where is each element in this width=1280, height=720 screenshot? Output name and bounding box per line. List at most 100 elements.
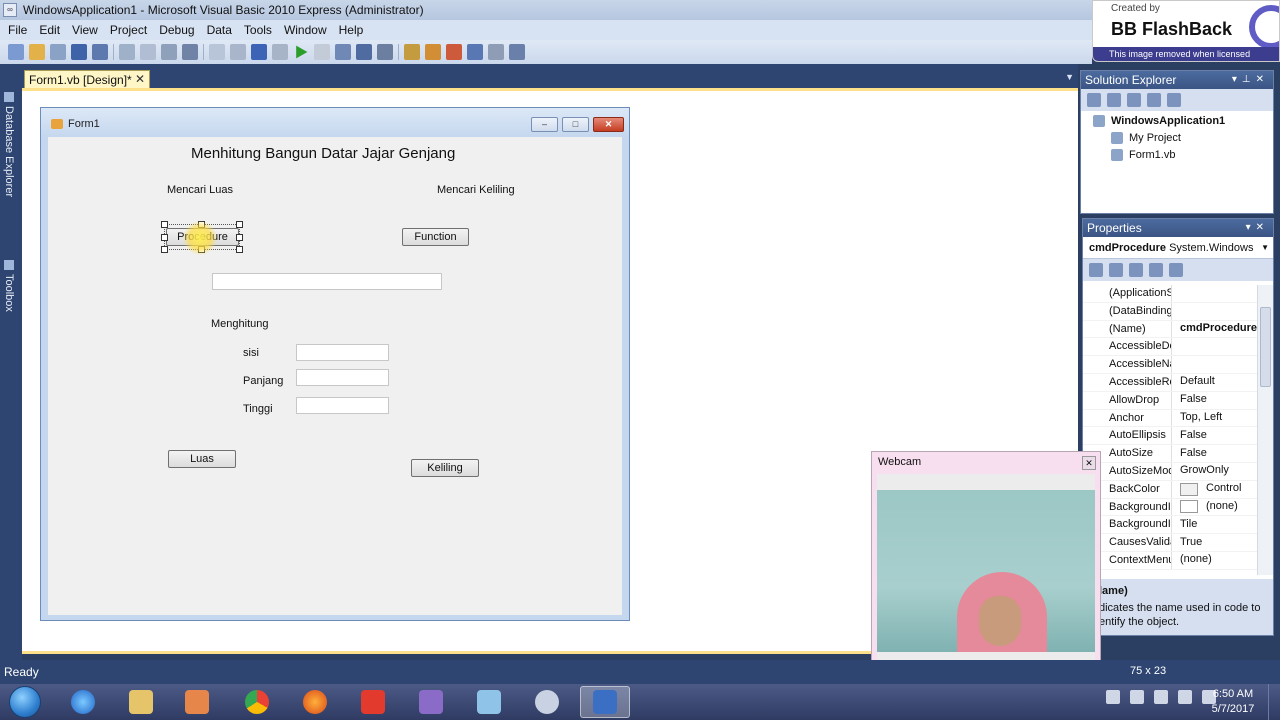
minimize-button[interactable]: – bbox=[531, 117, 558, 132]
tree-item-my-project[interactable]: My Project bbox=[1111, 132, 1181, 144]
taskbar-visual-studio[interactable] bbox=[406, 686, 456, 718]
find-icon[interactable] bbox=[182, 44, 198, 60]
refresh-icon[interactable] bbox=[1127, 93, 1141, 107]
undo-icon[interactable] bbox=[251, 44, 267, 60]
menu-view[interactable]: View bbox=[66, 23, 104, 37]
menu-project[interactable]: Project bbox=[104, 23, 153, 37]
property-value[interactable] bbox=[1171, 356, 1259, 373]
menu-window[interactable]: Window bbox=[278, 23, 333, 37]
object-selector[interactable]: cmdProcedure System.Windows ▼ bbox=[1083, 237, 1273, 259]
luas-button[interactable]: Luas bbox=[168, 450, 236, 468]
property-row[interactable]: (ApplicationS bbox=[1083, 285, 1259, 303]
property-row[interactable]: BackgroundI Tile bbox=[1083, 516, 1259, 535]
open-project-icon[interactable] bbox=[29, 44, 45, 60]
property-row[interactable]: CausesValida True bbox=[1083, 534, 1259, 552]
network-icon[interactable] bbox=[1178, 690, 1192, 704]
properties-view-icon[interactable] bbox=[1129, 263, 1143, 277]
property-value[interactable]: Control bbox=[1171, 480, 1259, 498]
form1-window[interactable]: Form1 – □ ✕ Menhitung Bangun Datar Jajar… bbox=[40, 107, 630, 621]
tree-item-project[interactable]: WindowsApplication1 bbox=[1093, 115, 1225, 127]
menu-data[interactable]: Data bbox=[201, 23, 238, 37]
resize-handle[interactable] bbox=[161, 221, 168, 228]
property-row[interactable]: Anchor Top, Left bbox=[1083, 409, 1259, 428]
property-value[interactable] bbox=[1171, 285, 1259, 302]
taskbar-explorer[interactable] bbox=[116, 686, 166, 718]
property-value[interactable]: (none) bbox=[1171, 498, 1259, 516]
menu-help[interactable]: Help bbox=[333, 23, 370, 37]
save-icon[interactable] bbox=[71, 44, 87, 60]
property-row[interactable]: BackgroundI (none) bbox=[1083, 498, 1259, 517]
taskbar-app-blue[interactable] bbox=[464, 686, 514, 718]
property-pages-icon[interactable] bbox=[1169, 263, 1183, 277]
taskbar-firefox[interactable] bbox=[290, 686, 340, 718]
database-explorer-tab[interactable]: Database Explorer bbox=[3, 92, 15, 197]
start-debugging-icon[interactable] bbox=[296, 45, 308, 59]
property-value[interactable] bbox=[1171, 338, 1259, 356]
add-item-icon[interactable] bbox=[50, 44, 66, 60]
clock[interactable]: 6:50 AM 5/7/2017 bbox=[1206, 687, 1260, 717]
property-value[interactable]: False bbox=[1171, 427, 1259, 445]
scrollbar-thumb[interactable] bbox=[1260, 307, 1271, 387]
save-all-icon[interactable] bbox=[92, 44, 108, 60]
view-code-icon[interactable] bbox=[1147, 93, 1161, 107]
step-over-icon[interactable] bbox=[356, 44, 372, 60]
start-button[interactable] bbox=[9, 686, 41, 718]
taskbar-app-red[interactable] bbox=[348, 686, 398, 718]
cut-icon[interactable] bbox=[119, 44, 135, 60]
uncomment-icon[interactable] bbox=[230, 44, 246, 60]
redo-icon[interactable] bbox=[272, 44, 288, 60]
toolbox-icon[interactable] bbox=[446, 44, 462, 60]
menu-tools[interactable]: Tools bbox=[238, 23, 278, 37]
alphabetical-icon[interactable] bbox=[1109, 263, 1123, 277]
property-value[interactable]: Top, Left bbox=[1171, 409, 1259, 427]
toolbar-options-icon[interactable] bbox=[509, 44, 525, 60]
property-row[interactable]: (Name) cmdProcedure bbox=[1083, 320, 1259, 339]
comment-icon[interactable] bbox=[209, 44, 225, 60]
menu-debug[interactable]: Debug bbox=[153, 23, 200, 37]
error-list-icon[interactable] bbox=[488, 44, 504, 60]
property-row[interactable]: AutoEllipsis False bbox=[1083, 427, 1259, 446]
menu-file[interactable]: File bbox=[2, 23, 33, 37]
close-tab-icon[interactable]: ✕ bbox=[135, 72, 145, 86]
taskbar-ie[interactable] bbox=[58, 686, 108, 718]
webcam-close-icon[interactable]: ✕ bbox=[1082, 456, 1096, 470]
events-icon[interactable] bbox=[1149, 263, 1163, 277]
resize-handle[interactable] bbox=[236, 234, 243, 241]
function-button[interactable]: Function bbox=[402, 228, 469, 246]
taskbar-media-player[interactable] bbox=[172, 686, 222, 718]
property-row[interactable]: AccessibleNa bbox=[1083, 356, 1259, 374]
pane-controls-icon[interactable]: ▾✕ bbox=[1246, 219, 1269, 237]
toolbox-tab[interactable]: Toolbox bbox=[3, 260, 15, 312]
app-icon[interactable]: ∞ bbox=[3, 3, 17, 17]
new-project-icon[interactable] bbox=[8, 44, 24, 60]
solution-explorer-icon[interactable] bbox=[404, 44, 420, 60]
property-row[interactable]: BackColor Control bbox=[1083, 480, 1259, 499]
property-value[interactable]: Default bbox=[1171, 373, 1259, 391]
show-all-files-icon[interactable] bbox=[1107, 93, 1121, 107]
property-row[interactable]: AccessibleDe bbox=[1083, 338, 1259, 357]
property-value[interactable]: True bbox=[1171, 534, 1259, 551]
menu-edit[interactable]: Edit bbox=[33, 23, 66, 37]
view-designer-icon[interactable] bbox=[1167, 93, 1181, 107]
resize-handle[interactable] bbox=[161, 234, 168, 241]
taskbar-chrome[interactable] bbox=[232, 686, 282, 718]
resize-handle[interactable] bbox=[236, 221, 243, 228]
action-center-icon[interactable] bbox=[1130, 690, 1144, 704]
keliling-button[interactable]: Keliling bbox=[411, 459, 479, 477]
show-desktop-button[interactable] bbox=[1268, 684, 1280, 720]
categorized-icon[interactable] bbox=[1089, 263, 1103, 277]
panjang-textbox[interactable] bbox=[296, 369, 389, 386]
property-row[interactable]: (DataBinding bbox=[1083, 302, 1259, 321]
property-value[interactable]: False bbox=[1171, 445, 1259, 462]
resize-handle[interactable] bbox=[236, 246, 243, 253]
property-row[interactable]: AllowDrop False bbox=[1083, 391, 1259, 410]
copy-icon[interactable] bbox=[140, 44, 156, 60]
maximize-button[interactable]: □ bbox=[562, 117, 589, 132]
tree-item-form1[interactable]: Form1.vb bbox=[1111, 149, 1175, 161]
close-button[interactable]: ✕ bbox=[593, 117, 624, 132]
document-dropdown-icon[interactable]: ▼ bbox=[1065, 72, 1074, 82]
taskbar-recorder[interactable] bbox=[522, 686, 572, 718]
object-browser-icon[interactable] bbox=[467, 44, 483, 60]
step-into-icon[interactable] bbox=[335, 44, 351, 60]
properties-icon[interactable] bbox=[1087, 93, 1101, 107]
